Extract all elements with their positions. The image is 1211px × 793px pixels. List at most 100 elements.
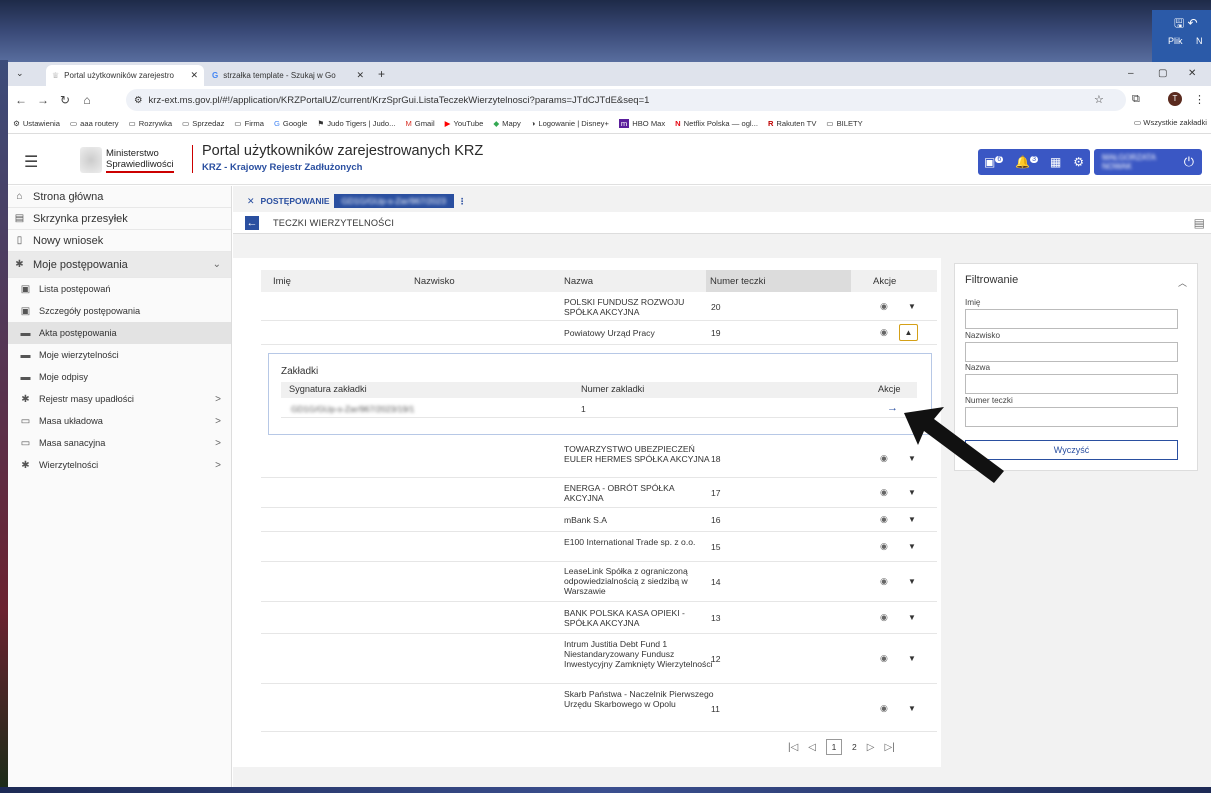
address-bar[interactable]: ⚙ krz-ext.ms.gov.pl/#!/application/KRZPo… (126, 89, 1126, 111)
tab-search-icon[interactable]: ⌄ (16, 68, 24, 79)
chevron-down-icon[interactable]: ▼ (908, 302, 916, 311)
minimize-button[interactable]: – (1128, 68, 1134, 79)
next-page-icon[interactable]: ▷ (867, 742, 875, 753)
bookmark-item[interactable]: R Rakuten TV (763, 119, 821, 128)
sidebar-item-my-proceedings[interactable]: ✱ Moje postępowania ⌄ (8, 252, 231, 278)
eye-icon[interactable]: ◉ (880, 487, 888, 498)
page-1-button[interactable]: 1 (826, 739, 842, 755)
bookmark-item[interactable]: N Netflix Polska — ogl... (670, 119, 763, 128)
eye-icon[interactable]: ◉ (880, 703, 888, 714)
first-page-icon[interactable]: |◁ (788, 742, 798, 753)
chevron-down-icon[interactable]: ▼ (908, 654, 916, 663)
page-2-button[interactable]: 2 (852, 742, 857, 752)
breadcrumb-more-icon[interactable]: ⋮ (458, 196, 467, 207)
settings-gear-icon[interactable]: ⚙ (1073, 155, 1084, 169)
ministry-logo[interactable]: Ministerstwo Sprawiedliwości (80, 144, 192, 176)
site-info-icon[interactable]: ⚙ (134, 95, 143, 106)
profile-avatar[interactable]: T (1168, 92, 1182, 106)
messages-icon[interactable]: ▣ 6 (984, 155, 1004, 169)
eye-icon[interactable]: ◉ (880, 576, 888, 587)
bookmark-item[interactable]: ▭ Rozrywka (124, 119, 178, 128)
sidebar-sub-bankruptcy-register[interactable]: ✱ Rejestr masy upadłości > (8, 388, 231, 410)
col-name[interactable]: Nazwa (564, 276, 593, 287)
user-menu[interactable]: MAŁGORZATA NOWAK ⏻ (1094, 149, 1202, 175)
col-first-name[interactable]: Imię (273, 276, 291, 287)
prev-page-icon[interactable]: ◁ (808, 742, 816, 753)
eye-icon[interactable]: ◉ (880, 301, 888, 312)
bookmark-star-icon[interactable]: ☆ (1094, 93, 1104, 106)
last-name-input[interactable] (965, 342, 1178, 362)
reload-icon[interactable]: ↻ (54, 93, 76, 107)
open-arrow-icon[interactable]: → (887, 402, 898, 414)
close-icon[interactable]: ✕ (356, 70, 364, 81)
breadcrumb-signature[interactable]: GD1G/GUp-s-Zar/967/2023 (333, 194, 454, 208)
bookmark-item[interactable]: ▭ Firma (229, 119, 269, 128)
eye-icon[interactable]: ◉ (880, 653, 888, 664)
breadcrumb-proceeding[interactable]: POSTĘPOWANIE (261, 196, 330, 206)
chevron-down-icon[interactable]: ▼ (908, 577, 916, 586)
chevron-down-icon[interactable]: ▼ (908, 704, 916, 713)
eye-icon[interactable]: ◉ (880, 327, 888, 338)
sidebar-item-inbox[interactable]: ▤ Skrzynka przesyłek (8, 208, 231, 230)
bookmark-item[interactable]: ◆ Mapy (488, 119, 525, 128)
notifications-bell-icon[interactable]: 🔔 3 (1015, 155, 1039, 169)
sidebar-sub-restructuring-mass[interactable]: ▭ Masa sanacyjna > (8, 432, 231, 454)
sidebar-sub-my-copies[interactable]: ▬ Moje odpisy (8, 366, 231, 388)
word-window-corner[interactable]: 🖫 ↶ Plik N (1152, 10, 1211, 62)
first-name-input[interactable] (965, 309, 1178, 329)
home-icon[interactable]: ⌂ (76, 93, 98, 107)
forward-arrow-icon[interactable]: → (32, 93, 54, 107)
name-input[interactable] (965, 374, 1178, 394)
close-window-button[interactable]: ✕ (1188, 68, 1196, 79)
chevron-up-icon[interactable]: ▲ (899, 324, 918, 341)
bookmark-item[interactable]: G Google (269, 119, 312, 128)
menu-icon[interactable]: ⋮ (1194, 93, 1205, 106)
eye-icon[interactable]: ◉ (880, 453, 888, 464)
save-icon[interactable]: 🖫 ↶ (1174, 14, 1198, 35)
logout-power-icon[interactable]: ⏻ (1184, 154, 1194, 170)
sidebar-item-home[interactable]: ⌂ Strona główna (8, 186, 231, 208)
chevron-up-icon[interactable]: ︿ (1178, 276, 1187, 289)
bookmark-item[interactable]: ▭ aaa routery (65, 119, 124, 128)
sidebar-sub-my-claims[interactable]: ▬ Moje wierzytelności (8, 344, 231, 366)
sidebar-sub-claims[interactable]: ✱ Wierzytelności > (8, 454, 231, 476)
bookmark-item[interactable]: ◑ Logowanie | Disney+ (526, 119, 614, 128)
last-page-icon[interactable]: ▷| (884, 742, 894, 753)
document-list-icon[interactable]: ▤ (1194, 216, 1205, 230)
back-arrow-icon[interactable]: ← (10, 93, 32, 107)
url-text[interactable]: krz-ext.ms.gov.pl/#!/application/KRZPort… (149, 95, 650, 106)
sidebar-sub-files[interactable]: ▬ Akta postępowania (8, 322, 231, 344)
chevron-down-icon[interactable]: ▼ (908, 542, 916, 551)
tab-portal[interactable]: ♕ Portal użytkowników zarejestro ✕ (46, 65, 204, 86)
chevron-down-icon[interactable]: ▼ (908, 488, 916, 497)
extensions-icon[interactable]: ⧉ (1132, 93, 1140, 106)
tab-google[interactable]: G strzałka template - Szukaj w Go ✕ (206, 65, 370, 86)
bookmark-item[interactable]: M Gmail (400, 119, 439, 128)
chevron-down-icon[interactable]: ▼ (908, 515, 916, 524)
sidebar-sub-proceedings-list[interactable]: ▣ Lista postępowań (8, 278, 231, 300)
maximize-button[interactable]: ▢ (1158, 68, 1167, 79)
eye-icon[interactable]: ◉ (880, 541, 888, 552)
sidebar-sub-details[interactable]: ▣ Szczegóły postępowania (8, 300, 231, 322)
col-tab-number[interactable]: Numer zakladki (581, 384, 644, 394)
bookmark-item[interactable]: ▭ Sprzedaz (177, 119, 229, 128)
bookmark-item[interactable]: ⚑ Judo Tigers | Judo... (312, 119, 400, 128)
close-breadcrumb-icon[interactable]: ✕ (247, 196, 255, 207)
bookmark-item[interactable]: ▭ BILETY (821, 119, 867, 128)
new-tab-button[interactable]: + (378, 67, 385, 81)
apps-grid-icon[interactable]: ▦ (1050, 155, 1061, 169)
word-menu-n[interactable]: N (1196, 36, 1203, 46)
close-icon[interactable]: ✕ (190, 70, 198, 81)
eye-icon[interactable]: ◉ (880, 612, 888, 623)
eye-icon[interactable]: ◉ (880, 514, 888, 525)
word-file-menu[interactable]: Plik (1168, 36, 1183, 46)
col-last-name[interactable]: Nazwisko (414, 276, 455, 287)
bookmark-item[interactable]: ▶ YouTube (440, 119, 489, 128)
col-signature[interactable]: Sygnatura zakładki (289, 384, 367, 394)
col-file-number[interactable]: Numer teczki (710, 276, 765, 287)
hamburger-menu-icon[interactable]: ☰ (24, 152, 38, 172)
bookmark-item[interactable]: ⚙ Ustawienia (8, 119, 65, 128)
sidebar-item-new-request[interactable]: ▯ Nowy wniosek (8, 230, 231, 252)
sidebar-sub-arrangement-mass[interactable]: ▭ Masa układowa > (8, 410, 231, 432)
all-bookmarks[interactable]: ▭ Wszystkie zakładki (1134, 118, 1207, 127)
